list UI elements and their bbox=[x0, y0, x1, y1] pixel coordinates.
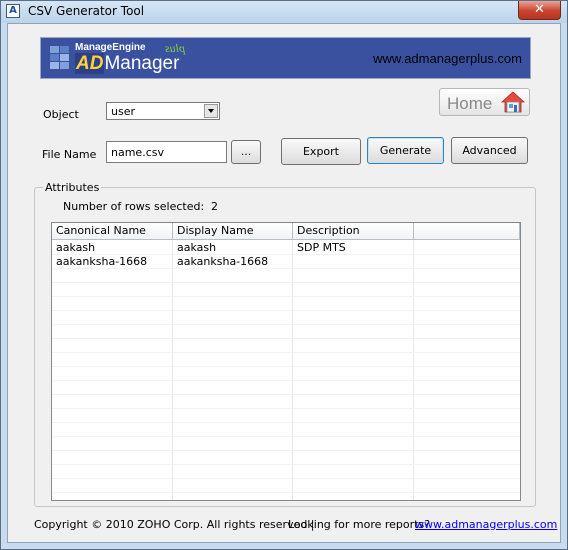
cell-description bbox=[293, 255, 413, 269]
logo-ad: AD bbox=[75, 53, 105, 74]
filename-value: name.csv bbox=[111, 146, 164, 159]
generate-button[interactable]: Generate bbox=[367, 137, 444, 164]
table-row[interactable]: aakash aakash SDP MTS bbox=[52, 241, 520, 255]
cell-canonical-name: aakash bbox=[56, 241, 96, 254]
column-header-canonical-name[interactable]: Canonical Name bbox=[52, 223, 173, 240]
app-icon: A bbox=[6, 4, 20, 18]
column-header-display-name[interactable]: Display Name bbox=[173, 223, 293, 240]
client-area: ManageEngine ADManager plus www.admanage… bbox=[7, 23, 561, 543]
browse-button[interactable]: ... bbox=[231, 140, 261, 164]
close-button[interactable]: ✕ bbox=[518, 1, 561, 20]
column-header-description[interactable]: Description bbox=[293, 223, 414, 240]
csv-generator-window: A CSV Generator Tool ✕ ManageEngine ADMa… bbox=[0, 0, 568, 550]
column-header-empty[interactable] bbox=[414, 223, 520, 240]
grid-line bbox=[52, 478, 520, 479]
chevron-down-icon[interactable] bbox=[204, 104, 218, 118]
logo-product: ADManager bbox=[75, 53, 179, 75]
attributes-list[interactable]: Canonical Name Display Name Description bbox=[51, 222, 521, 501]
logo-brand: ManageEngine bbox=[75, 42, 146, 53]
object-select-value: user bbox=[111, 105, 135, 118]
home-icon bbox=[501, 91, 525, 113]
grid-line bbox=[52, 324, 520, 325]
grid-line bbox=[52, 492, 520, 493]
filename-input[interactable]: name.csv bbox=[106, 141, 227, 163]
copyright-text: Copyright © 2010 ZOHO Corp. All rights r… bbox=[34, 518, 315, 531]
column-divider bbox=[172, 240, 173, 500]
home-button[interactable]: Home bbox=[439, 88, 530, 116]
grid-line bbox=[52, 450, 520, 451]
logo-plus: plus bbox=[165, 41, 186, 55]
grid-line bbox=[52, 408, 520, 409]
rows-selected-count: 2 bbox=[211, 200, 218, 213]
cell-display-name: aakanksha-1668 bbox=[177, 255, 269, 268]
window-title: CSV Generator Tool bbox=[28, 4, 145, 18]
banner-url: www.admanagerplus.com bbox=[373, 51, 522, 66]
column-divider bbox=[292, 240, 293, 500]
grid-line bbox=[52, 282, 520, 283]
grid-line bbox=[52, 366, 520, 367]
grid-line bbox=[52, 464, 520, 465]
grid-line bbox=[52, 380, 520, 381]
admanagerplus-link[interactable]: www.admanagerplus.com bbox=[415, 518, 557, 531]
logo-manager: Manager bbox=[104, 53, 180, 74]
column-divider bbox=[413, 240, 414, 500]
grid-line bbox=[52, 310, 520, 311]
advanced-button[interactable]: Advanced bbox=[451, 137, 528, 164]
object-label: Object bbox=[43, 108, 79, 121]
grid-line bbox=[52, 394, 520, 395]
export-button[interactable]: Export bbox=[281, 138, 361, 165]
attributes-group-label: Attributes bbox=[43, 181, 102, 194]
grid-line bbox=[52, 338, 520, 339]
grid-line bbox=[52, 422, 520, 423]
table-row[interactable]: aakanksha-1668 aakanksha-1668 bbox=[52, 255, 520, 269]
cell-canonical-name: aakanksha-1668 bbox=[56, 255, 148, 268]
logo-cubes-icon bbox=[50, 46, 69, 69]
rows-selected-label: Number of rows selected: bbox=[63, 200, 205, 213]
grid-line bbox=[52, 296, 520, 297]
filename-label: File Name bbox=[42, 148, 97, 161]
more-reports-text: Looking for more reports? bbox=[288, 518, 431, 531]
cell-description: SDP MTS bbox=[297, 241, 346, 254]
admanager-banner: ManageEngine ADManager plus www.admanage… bbox=[40, 37, 531, 79]
cell-display-name: aakash bbox=[177, 241, 217, 254]
title-bar[interactable]: A CSV Generator Tool ✕ bbox=[1, 1, 567, 23]
grid-line bbox=[52, 436, 520, 437]
object-select[interactable]: user bbox=[106, 102, 220, 120]
home-label: Home bbox=[447, 94, 493, 113]
grid-line bbox=[52, 352, 520, 353]
